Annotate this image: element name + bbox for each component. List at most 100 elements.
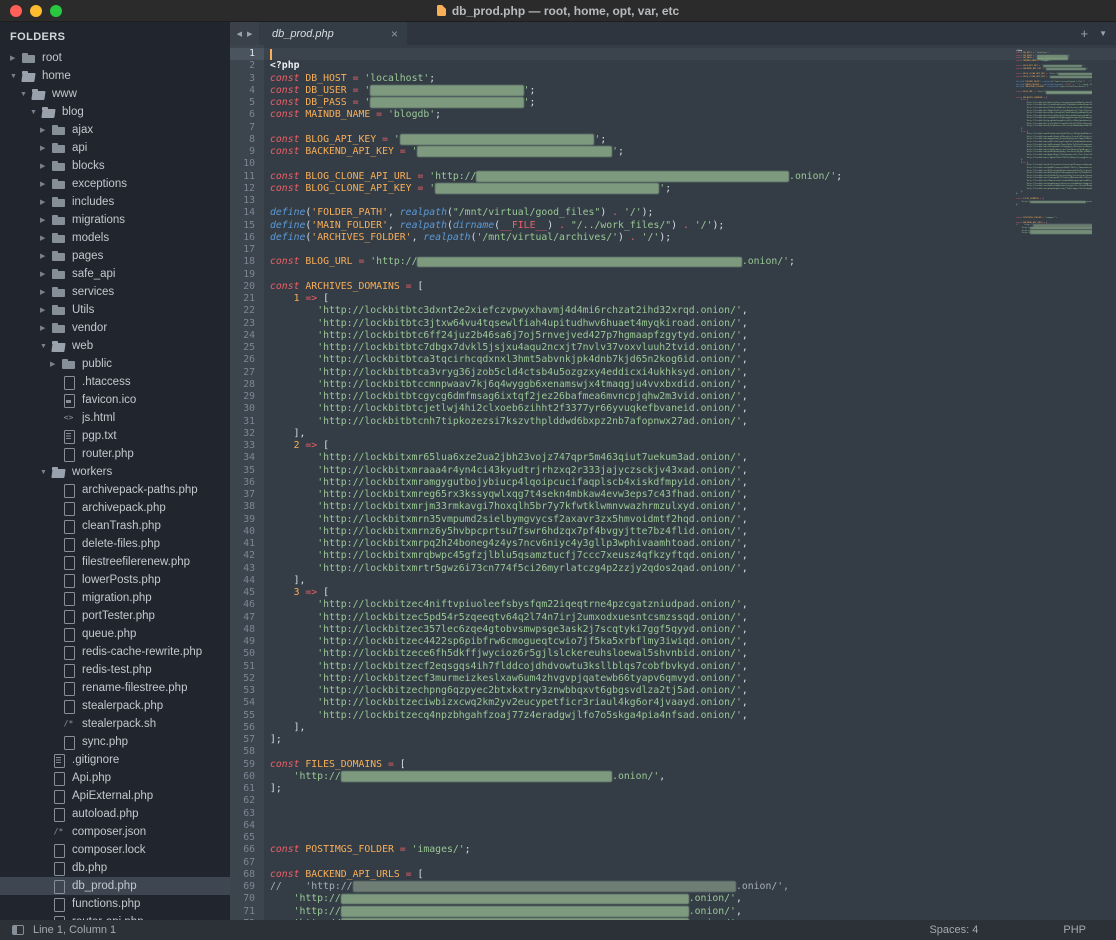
code-line[interactable]: 'http://.onion/',: [270, 918, 1116, 920]
line-number[interactable]: 44: [230, 575, 255, 587]
code-line[interactable]: const POSTIMGS_FOLDER = 'images/';: [270, 844, 1116, 856]
line-number[interactable]: 31: [230, 416, 255, 428]
line-number[interactable]: 36: [230, 477, 255, 489]
line-number[interactable]: 45: [230, 587, 255, 599]
chevron-right-icon[interactable]: ▶: [40, 252, 51, 260]
code-line[interactable]: 'http://lockbitxmreg65rx3kssyqwlxqg7t4se…: [270, 489, 1116, 501]
line-number[interactable]: 25: [230, 342, 255, 354]
code-line[interactable]: 'http://lockbitbtcjetlwj4hi2clxoeb6zihht…: [270, 403, 1116, 415]
code-line[interactable]: 'http://lockbitbtcgycg6dmfmsag6ixtqf2jez…: [270, 391, 1116, 403]
line-number[interactable]: 17: [230, 244, 255, 256]
chevron-right-icon[interactable]: ▶: [40, 216, 51, 224]
tree-file-db.php[interactable]: db.php: [0, 859, 230, 877]
code-line[interactable]: 'http://lockbitbtccmnpwaav7kj6q4wyggb6xe…: [270, 379, 1116, 391]
chevron-right-icon[interactable]: ▶: [50, 360, 61, 368]
code-line[interactable]: define('MAIN_FOLDER', realpath(dirname(_…: [270, 220, 1116, 232]
code-line[interactable]: const MAINDB_NAME = 'blogdb';: [270, 109, 1116, 121]
code-line[interactable]: ],: [270, 575, 1116, 587]
line-number[interactable]: 29: [230, 391, 255, 403]
code-line[interactable]: 'http://.onion/',: [270, 771, 1116, 783]
indentation-setting[interactable]: Spaces: 4: [929, 924, 978, 936]
minimize-window-button[interactable]: [30, 5, 42, 17]
tree-file-redis-test.php[interactable]: redis-test.php: [0, 661, 230, 679]
tree-file-redis-cache-rewrite.php[interactable]: redis-cache-rewrite.php: [0, 643, 230, 661]
code-line[interactable]: [270, 808, 1116, 820]
code-line[interactable]: const ARCHIVES_DOMAINS = [: [270, 281, 1116, 293]
line-number[interactable]: 12: [230, 183, 255, 195]
code-line[interactable]: ];: [270, 783, 1116, 795]
code-line[interactable]: 'http://lockbitxmrpq2h24boneg4z4ys7ncv6n…: [270, 538, 1116, 550]
chevron-down-icon[interactable]: ▼: [40, 469, 51, 476]
code-line[interactable]: [270, 269, 1116, 281]
tab-close-icon[interactable]: ×: [391, 28, 398, 40]
tree-folder-vendor[interactable]: ▶vendor: [0, 319, 230, 337]
chevron-right-icon[interactable]: ▶: [40, 198, 51, 206]
code-line[interactable]: [270, 244, 1116, 256]
chevron-down-icon[interactable]: ▼: [10, 73, 21, 80]
tab-scroll-right-icon[interactable]: ▶: [247, 30, 252, 38]
code-line[interactable]: 'http://lockbitxmramgygutbojybiucp4lqoip…: [270, 477, 1116, 489]
code-line[interactable]: const BLOG_CLONE_API_KEY = '';: [270, 183, 1116, 195]
tree-folder-migrations[interactable]: ▶migrations: [0, 211, 230, 229]
syntax-setting[interactable]: PHP: [1063, 924, 1086, 936]
chevron-right-icon[interactable]: ▶: [40, 306, 51, 314]
tree-file-.htaccess[interactable]: .htaccess: [0, 373, 230, 391]
line-number[interactable]: 14: [230, 207, 255, 219]
line-number[interactable]: 65: [230, 832, 255, 844]
code-line[interactable]: const BLOG_CLONE_API_URL = 'http://.onio…: [270, 171, 1116, 183]
code-line[interactable]: [270, 746, 1116, 758]
code-line[interactable]: const DB_PASS = '';: [270, 97, 1116, 109]
code-line[interactable]: 'http://lockbitxmrqbwpc45gfzjlblu5qsamzt…: [270, 550, 1116, 562]
line-number[interactable]: 33: [230, 440, 255, 452]
chevron-down-icon[interactable]: ▼: [30, 109, 41, 116]
chevron-right-icon[interactable]: ▶: [40, 324, 51, 332]
code-line[interactable]: const DB_HOST = 'localhost';: [270, 73, 1116, 85]
code-line[interactable]: const FILES_DOMAINS = [: [270, 759, 1116, 771]
line-number[interactable]: 41: [230, 538, 255, 550]
tree-file-.gitignore[interactable]: .gitignore: [0, 751, 230, 769]
line-number[interactable]: 3: [230, 73, 255, 85]
code-line[interactable]: 'http://lockbitxmrjm33rmkavgi7hoxqlh5br7…: [270, 501, 1116, 513]
line-number[interactable]: 48: [230, 624, 255, 636]
tree-file-router-api.php[interactable]: router-api.php: [0, 913, 230, 920]
code-line[interactable]: 'http://lockbitzechpng6qzpyec2btxkxtry3z…: [270, 685, 1116, 697]
tree-file-Api.php[interactable]: Api.php: [0, 769, 230, 787]
line-number[interactable]: 57: [230, 734, 255, 746]
zoom-window-button[interactable]: [50, 5, 62, 17]
line-number[interactable]: 72: [230, 918, 255, 920]
line-number[interactable]: 39: [230, 514, 255, 526]
tree-folder-includes[interactable]: ▶includes: [0, 193, 230, 211]
tree-file-filestreefilerenew.php[interactable]: filestreefilerenew.php: [0, 553, 230, 571]
tree-folder-Utils[interactable]: ▶Utils: [0, 301, 230, 319]
line-number[interactable]: 2: [230, 60, 255, 72]
tree-file-autoload.php[interactable]: autoload.php: [0, 805, 230, 823]
code-line[interactable]: 'http://lockbitzec5pd54r5zqeeqtv64q2l74n…: [270, 612, 1116, 624]
code-line[interactable]: ],: [270, 428, 1116, 440]
tree-file-db_prod.php[interactable]: db_prod.php: [0, 877, 230, 895]
code-line[interactable]: 'http://lockbitxmrtr5gwz6i73cn774f5ci26m…: [270, 563, 1116, 575]
line-number[interactable]: 68: [230, 869, 255, 881]
code-line[interactable]: 'http://lockbitzece6fh5dkffjwycioz6r5gjl…: [270, 648, 1116, 660]
code-line[interactable]: ],: [270, 722, 1116, 734]
line-number[interactable]: 30: [230, 403, 255, 415]
line-number[interactable]: 58: [230, 746, 255, 758]
tree-folder-ajax[interactable]: ▶ajax: [0, 121, 230, 139]
line-number[interactable]: 18: [230, 256, 255, 268]
code-area[interactable]: <?phpconst DB_HOST = 'localhost';const D…: [264, 45, 1116, 920]
chevron-right-icon[interactable]: ▶: [40, 162, 51, 170]
code-line[interactable]: define('FOLDER_PATH', realpath("/mnt/vir…: [270, 207, 1116, 219]
tree-folder-home[interactable]: ▼home: [0, 67, 230, 85]
code-line[interactable]: 'http://lockbitzec4422sp6pibfrw6cmogueqt…: [270, 636, 1116, 648]
chevron-right-icon[interactable]: ▶: [40, 180, 51, 188]
line-number[interactable]: 51: [230, 661, 255, 673]
line-number[interactable]: 16: [230, 232, 255, 244]
line-number[interactable]: 54: [230, 697, 255, 709]
line-number[interactable]: 50: [230, 648, 255, 660]
tree-file-stealerpack.php[interactable]: stealerpack.php: [0, 697, 230, 715]
code-line[interactable]: 'http://lockbitzecf2eqsgqs4ih7flddcojdhd…: [270, 661, 1116, 673]
line-number[interactable]: 21: [230, 293, 255, 305]
line-number[interactable]: 11: [230, 171, 255, 183]
tree-file-functions.php[interactable]: functions.php: [0, 895, 230, 913]
tree-file-delete-files.php[interactable]: delete-files.php: [0, 535, 230, 553]
line-number[interactable]: 20: [230, 281, 255, 293]
